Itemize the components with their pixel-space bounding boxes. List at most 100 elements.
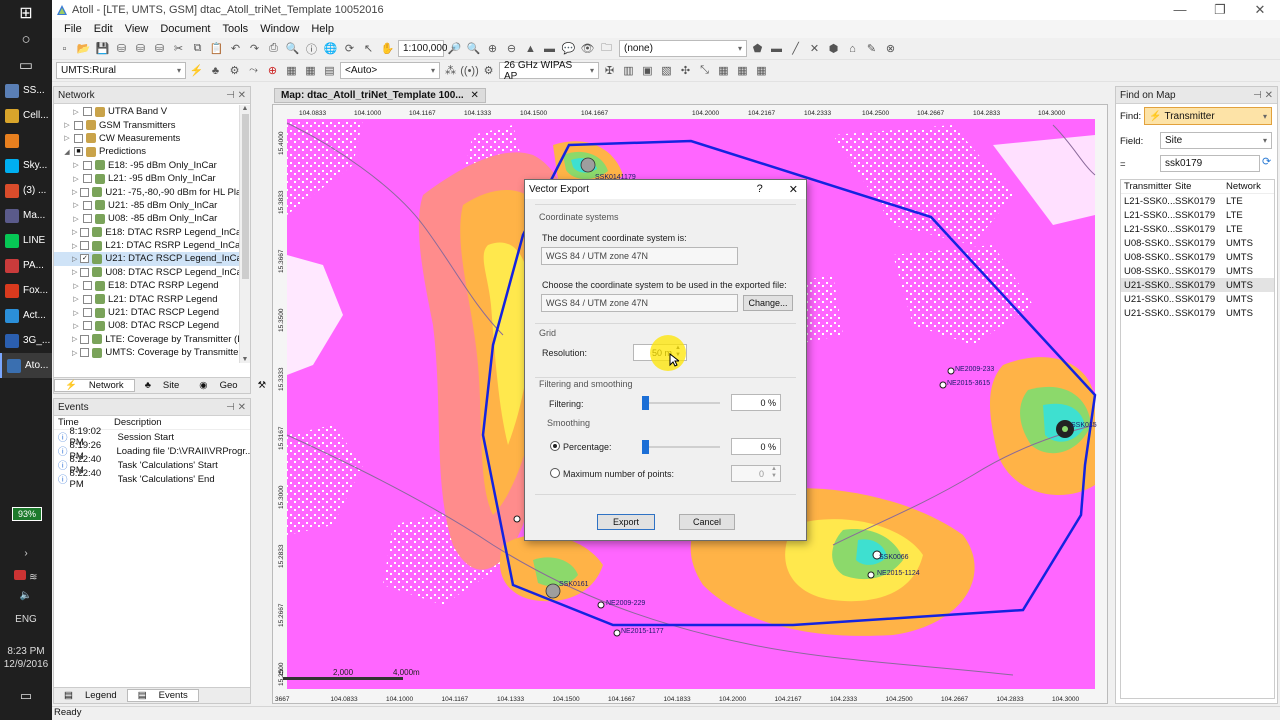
- tree-item[interactable]: ▷ UTRA Band V: [54, 105, 240, 118]
- expand-arrow-icon[interactable]: ▷: [72, 282, 80, 290]
- tab-events[interactable]: ▤ Events: [126, 689, 199, 702]
- database-archive-icon[interactable]: ⛁: [151, 40, 168, 57]
- expand-arrow-icon[interactable]: ◢: [63, 148, 71, 156]
- expand-arrow-icon[interactable]: ▷: [72, 228, 77, 236]
- filtering-slider-thumb[interactable]: [642, 396, 649, 410]
- expand-arrow-icon[interactable]: ▷: [72, 295, 80, 303]
- antenna-icon[interactable]: ⚡: [188, 62, 205, 79]
- taskbar-app[interactable]: Ma...: [0, 203, 52, 228]
- site-marker[interactable]: [613, 629, 621, 637]
- expand-arrow-icon[interactable]: ▷: [72, 268, 77, 276]
- menu-item[interactable]: File: [58, 23, 88, 35]
- minimize-icon[interactable]: —: [1160, 2, 1200, 18]
- tree-item[interactable]: ▷ U08: DTAC RSCP Legend: [54, 319, 240, 332]
- taskbar-app[interactable]: [0, 128, 52, 153]
- delete-shape-icon[interactable]: ⊗: [882, 40, 899, 57]
- copy-icon[interactable]: ⧉: [189, 40, 206, 57]
- tree-item[interactable]: ▷ U08: DTAC RSCP Legend_InCar: [54, 266, 240, 279]
- tab-network[interactable]: ⚡ Network: [54, 379, 135, 392]
- tree-checkbox[interactable]: [83, 214, 92, 224]
- redo-icon[interactable]: ↷: [246, 40, 263, 57]
- line-icon[interactable]: ╱: [787, 40, 804, 57]
- smoothing-slider-thumb[interactable]: [642, 440, 649, 454]
- notifications-icon[interactable]: ▭: [0, 688, 52, 704]
- tree-checkbox[interactable]: [83, 294, 92, 304]
- expand-arrow-icon[interactable]: ▷: [72, 201, 80, 209]
- chevron-up-icon[interactable]: ›: [0, 548, 52, 559]
- frequency-select[interactable]: 26 GHz WIPAS AP ▾: [499, 60, 599, 82]
- help-icon[interactable]: ⓘ: [303, 40, 320, 57]
- taskbar-app[interactable]: Sky...: [0, 153, 52, 178]
- tree-checkbox[interactable]: [83, 281, 92, 291]
- expand-arrow-icon[interactable]: ▷: [63, 121, 71, 129]
- change-button[interactable]: Change...: [743, 295, 793, 311]
- home-shape-icon[interactable]: ⌂: [844, 40, 861, 57]
- volume-icon[interactable]: 🔈: [0, 590, 52, 601]
- table2-icon[interactable]: ▥: [620, 62, 637, 79]
- environment-select[interactable]: UMTS:Rural ▾: [56, 62, 186, 79]
- undo-icon[interactable]: ↶: [227, 40, 244, 57]
- tree-checkbox[interactable]: [83, 107, 92, 117]
- cut-icon[interactable]: ✂: [170, 40, 187, 57]
- zoom-area-icon[interactable]: ⊕: [484, 40, 501, 57]
- menu-item[interactable]: Tools: [217, 23, 255, 35]
- result-row[interactable]: L21-SSK0... SSK0179 LTE: [1121, 208, 1274, 222]
- zoom-in-icon[interactable]: 🔎: [446, 40, 463, 57]
- tree-checkbox[interactable]: [83, 308, 92, 318]
- expand-arrow-icon[interactable]: ▷: [72, 161, 80, 169]
- taskbar-app[interactable]: 3G_...: [0, 328, 52, 353]
- export-icon[interactable]: ▣: [639, 62, 656, 79]
- taskbar-app[interactable]: Act...: [0, 303, 52, 328]
- tree-checkbox[interactable]: ✓: [80, 254, 90, 264]
- filtering-slider[interactable]: [643, 402, 720, 404]
- target-icon[interactable]: ⊕: [264, 62, 281, 79]
- menu-item[interactable]: Help: [305, 23, 340, 35]
- percentage-input[interactable]: 0 %: [731, 438, 781, 455]
- tab-site[interactable]: ♣ Site: [135, 380, 190, 391]
- expand-arrow-icon[interactable]: ▷: [72, 349, 77, 357]
- tools-icon[interactable]: ✠: [601, 62, 618, 79]
- find-binoculars-icon[interactable]: 👁: [579, 40, 596, 57]
- taskbar-app[interactable]: LINE: [0, 228, 52, 253]
- pan-hand-icon[interactable]: ✋: [379, 40, 396, 57]
- tree-checkbox[interactable]: [80, 227, 90, 237]
- network-scrollbar[interactable]: ▲ ▼: [239, 105, 250, 363]
- database-refresh-icon[interactable]: ⛁: [132, 40, 149, 57]
- search-refresh-icon[interactable]: ⟳: [1262, 155, 1271, 168]
- task-view-icon[interactable]: ▭: [0, 52, 52, 78]
- signal-icon[interactable]: ⁂: [442, 62, 459, 79]
- expand-arrow-icon[interactable]: ▷: [72, 188, 77, 196]
- print-preview-icon[interactable]: 🔍: [284, 40, 301, 57]
- taskbar-app[interactable]: Cell...: [0, 103, 52, 128]
- language-indicator[interactable]: ENG: [0, 614, 52, 625]
- result-row[interactable]: U08-SSK0... SSK0179 UMTS: [1121, 236, 1274, 250]
- zoom-previous-icon[interactable]: ⊖: [503, 40, 520, 57]
- tree-item[interactable]: ▷ U21: DTAC RSCP Legend: [54, 306, 240, 319]
- tree-item[interactable]: ▷ L21: DTAC RSRP Legend: [54, 292, 240, 305]
- shape-icon[interactable]: ⬢: [825, 40, 842, 57]
- site-marker[interactable]: [545, 583, 561, 599]
- new-icon[interactable]: ▫: [56, 40, 73, 57]
- taskbar-app[interactable]: SS...: [0, 78, 52, 103]
- close-icon[interactable]: ✕: [1240, 2, 1280, 18]
- site-marker[interactable]: [597, 601, 605, 609]
- tree-item[interactable]: ▷ ✓ U21: DTAC RSCP Legend_InCar: [54, 252, 240, 266]
- max-points-radio[interactable]: [550, 468, 560, 478]
- tree-checkbox[interactable]: ■: [74, 147, 83, 157]
- smoothing-slider[interactable]: [643, 446, 720, 448]
- filtering-input[interactable]: 0 %: [731, 394, 781, 411]
- menu-item[interactable]: Document: [154, 23, 216, 35]
- edit-shape-icon[interactable]: ✎: [863, 40, 880, 57]
- paste-icon[interactable]: 📋: [208, 40, 225, 57]
- tree-checkbox[interactable]: [74, 120, 83, 130]
- multi-site-icon[interactable]: ♣: [207, 62, 224, 79]
- pin-close-icon[interactable]: ⊣ ✕: [1253, 90, 1277, 101]
- expand-arrow-icon[interactable]: ▷: [72, 215, 80, 223]
- close-tab-icon[interactable]: ✕: [470, 90, 478, 101]
- pointer-icon[interactable]: ↖: [360, 40, 377, 57]
- scroll-down-icon[interactable]: ▼: [240, 356, 250, 363]
- tree-checkbox[interactable]: [83, 200, 92, 210]
- tree-checkbox[interactable]: [80, 348, 90, 358]
- tree-item[interactable]: ▷ E18: -95 dBm Only_InCar: [54, 159, 240, 172]
- site-marker[interactable]: [867, 571, 875, 579]
